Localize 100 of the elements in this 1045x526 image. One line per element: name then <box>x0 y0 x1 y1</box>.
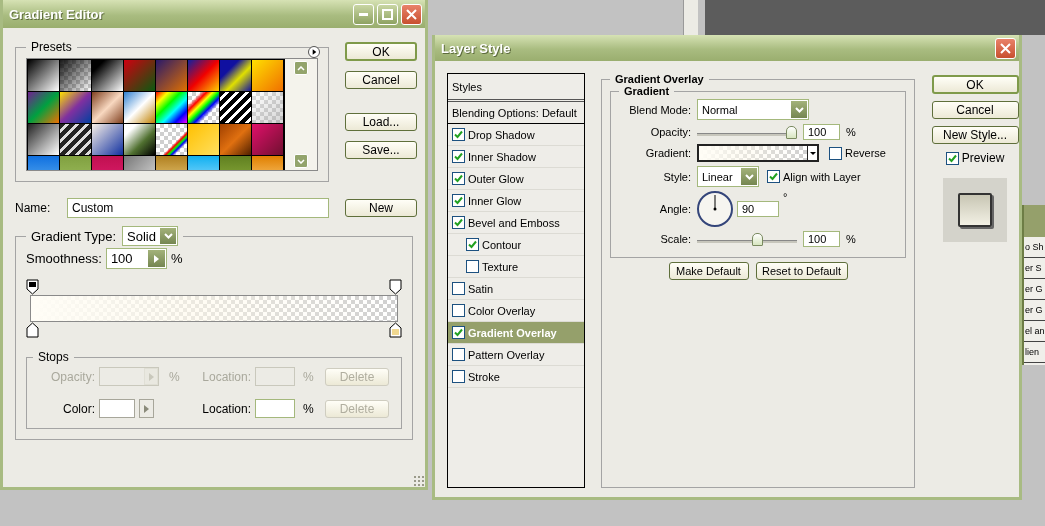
gradient-swatch[interactable] <box>60 92 91 123</box>
gradient-swatch[interactable] <box>28 92 59 123</box>
checkbox[interactable] <box>452 216 465 229</box>
style-list-item[interactable]: Drop Shadow <box>448 124 584 146</box>
gradient-swatch[interactable] <box>156 92 187 123</box>
color-stop-icon[interactable] <box>389 322 402 338</box>
opacity-stop-icon[interactable] <box>389 279 402 295</box>
dialog-button[interactable]: Cancel <box>345 71 417 89</box>
location-field[interactable] <box>255 399 295 418</box>
style-list-item[interactable]: Stroke <box>448 366 584 388</box>
checkbox[interactable] <box>452 282 465 295</box>
color-swatch[interactable] <box>99 399 135 418</box>
gradient-swatch[interactable] <box>92 60 123 91</box>
style-list-item[interactable]: Styles <box>448 74 584 102</box>
name-field[interactable]: Custom <box>67 198 329 218</box>
gradient-swatch[interactable] <box>220 60 251 91</box>
gradient-swatch[interactable] <box>124 124 155 155</box>
opacity-field[interactable]: 100 <box>803 124 840 140</box>
maximize-button[interactable] <box>377 3 398 25</box>
gradient-swatch[interactable] <box>28 124 59 155</box>
style-list-item[interactable]: Pattern Overlay <box>448 344 584 366</box>
style-list-item[interactable]: Outer Glow <box>448 168 584 190</box>
dropdown-caret-icon <box>794 106 804 113</box>
style-list-item[interactable]: Contour <box>448 234 584 256</box>
align-checkbox[interactable] <box>767 170 780 183</box>
scale-slider[interactable] <box>697 231 797 247</box>
gradient-swatch[interactable] <box>156 124 187 155</box>
arrow-right-icon <box>147 371 155 382</box>
gradient-picker[interactable] <box>697 144 819 162</box>
blend-mode-dropdown[interactable]: Normal <box>697 99 809 120</box>
panel-header-bar <box>1024 205 1045 237</box>
checkbox[interactable] <box>452 370 465 383</box>
angle-field[interactable]: 90 <box>737 201 779 217</box>
checkbox[interactable] <box>452 172 465 185</box>
maximize-icon <box>382 8 393 20</box>
minimize-button[interactable] <box>353 3 374 25</box>
style-list-item[interactable]: Inner Shadow <box>448 146 584 168</box>
checkbox[interactable] <box>452 194 465 207</box>
gradient-swatch[interactable] <box>124 60 155 91</box>
checkbox[interactable] <box>452 128 465 141</box>
gradient-swatch[interactable] <box>220 124 251 155</box>
slider-thumb[interactable] <box>786 125 797 139</box>
gradient-swatch[interactable] <box>156 60 187 91</box>
close-button[interactable] <box>401 3 422 25</box>
panel-button[interactable]: Reset to Default <box>755 262 848 280</box>
panel-button[interactable]: Make Default <box>668 262 749 280</box>
style-list-item[interactable]: Satin <box>448 278 584 300</box>
unit-label: % <box>303 401 315 416</box>
slider-thumb[interactable] <box>752 232 764 246</box>
new-button[interactable]: New <box>345 199 417 217</box>
unit-label: ° <box>783 191 788 203</box>
gradient-type-dropdown[interactable]: Solid <box>122 226 179 246</box>
opacity-slider[interactable] <box>697 124 797 140</box>
checkbox[interactable] <box>452 150 465 163</box>
close-button[interactable] <box>995 37 1016 59</box>
dropdown-caret-icon <box>744 173 754 180</box>
scale-field[interactable]: 100 <box>803 231 840 247</box>
smoothness-field[interactable]: 100 <box>105 248 167 269</box>
gradient-swatch[interactable] <box>252 60 283 91</box>
color-stop-icon[interactable] <box>26 322 39 338</box>
checkbox[interactable] <box>452 326 465 339</box>
style-list-item[interactable]: Inner Glow <box>448 190 584 212</box>
location-field[interactable] <box>255 367 295 386</box>
style-list-item[interactable]: Bevel and Emboss <box>448 212 584 234</box>
gradient-swatch[interactable] <box>220 92 251 123</box>
gradient-swatch[interactable] <box>188 124 219 155</box>
gradient-swatch[interactable] <box>28 60 59 91</box>
gradient-swatch[interactable] <box>92 124 123 155</box>
scrollbar[interactable] <box>285 59 317 170</box>
gradient-swatch[interactable] <box>60 60 91 91</box>
angle-dial[interactable] <box>697 191 733 227</box>
checkbox[interactable] <box>466 260 479 273</box>
list-item-text: o Sh <box>1024 237 1045 258</box>
dialog-button[interactable]: Load... <box>345 113 417 131</box>
resize-grip-icon[interactable] <box>413 475 425 487</box>
checkbox[interactable] <box>452 348 465 361</box>
field-label: Opacity: <box>50 369 96 384</box>
style-list-item[interactable]: Blending Options: Default <box>448 102 584 124</box>
gradient-swatch[interactable] <box>60 124 91 155</box>
reverse-checkbox[interactable] <box>829 146 842 160</box>
gradient-swatch[interactable] <box>92 92 123 123</box>
dial-needle-icon <box>713 194 717 211</box>
preview-checkbox[interactable] <box>945 151 959 165</box>
style-list-item[interactable]: Texture <box>448 256 584 278</box>
style-dropdown[interactable]: Linear <box>697 166 759 187</box>
dialog-button[interactable]: New Style... <box>931 126 1019 144</box>
checkbox[interactable] <box>452 304 465 317</box>
gradient-swatch[interactable] <box>252 92 283 123</box>
color-menu-button[interactable] <box>139 399 154 418</box>
dialog-button[interactable]: Save... <box>345 141 417 159</box>
dialog-button[interactable]: Cancel <box>931 101 1019 119</box>
gradient-swatch[interactable] <box>188 60 219 91</box>
gradient-swatch[interactable] <box>252 124 283 155</box>
dialog-button[interactable]: OK <box>931 75 1019 94</box>
checkbox[interactable] <box>466 238 479 251</box>
dialog-button[interactable]: OK <box>345 42 417 61</box>
arrow-right-icon <box>152 253 160 264</box>
gradient-swatch[interactable] <box>124 92 155 123</box>
opacity-stop-icon[interactable] <box>26 279 39 295</box>
gradient-swatch[interactable] <box>188 92 219 123</box>
